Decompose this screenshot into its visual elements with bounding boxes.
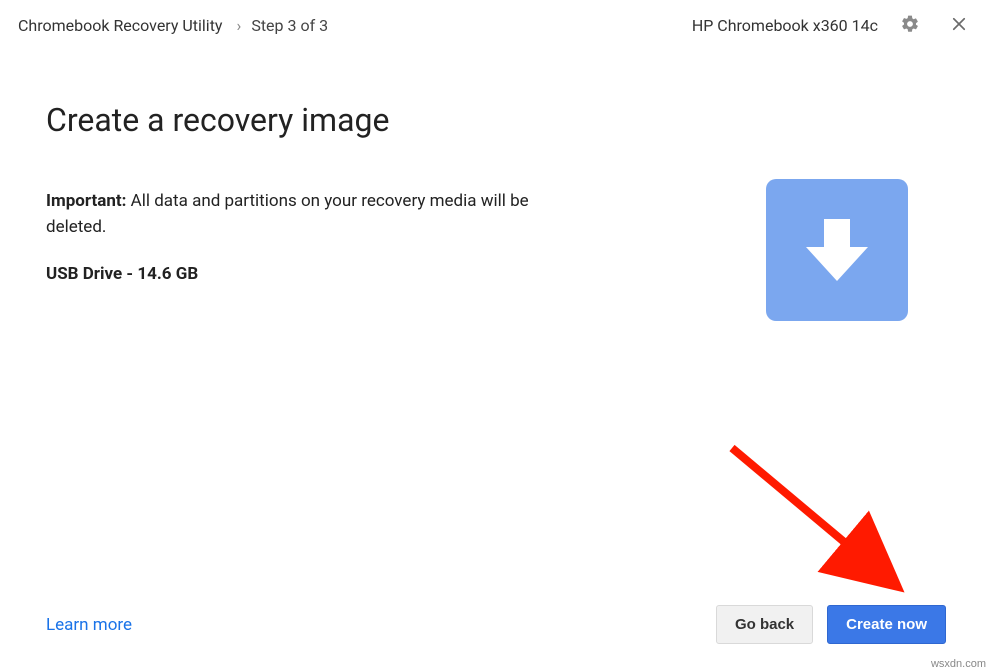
learn-more-link[interactable]: Learn more	[46, 615, 132, 635]
device-name: HP Chromebook x360 14c	[692, 16, 878, 35]
info-text: Important: All data and partitions on yo…	[46, 189, 566, 288]
download-arrow-icon	[802, 211, 872, 289]
create-now-button[interactable]: Create now	[827, 605, 946, 644]
header-bar: Chromebook Recovery Utility › Step 3 of …	[0, 0, 990, 55]
page-title: Create a recovery image	[46, 101, 944, 139]
gear-icon	[900, 14, 920, 37]
important-label: Important:	[46, 191, 126, 211]
breadcrumb-separator: ›	[237, 16, 242, 35]
step-label: Step 3 of 3	[251, 16, 328, 35]
main-content: Create a recovery image Important: All d…	[0, 55, 990, 589]
close-icon	[950, 15, 968, 36]
app-title: Chromebook Recovery Utility	[18, 16, 223, 35]
drive-info: USB Drive - 14.6 GB	[46, 262, 566, 288]
watermark: wsxdn.com	[931, 658, 986, 670]
download-badge	[766, 179, 908, 321]
footer-bar: Learn more Go back Create now	[46, 605, 946, 644]
settings-button[interactable]	[896, 10, 924, 41]
close-button[interactable]	[946, 11, 972, 40]
go-back-button[interactable]: Go back	[716, 605, 813, 644]
